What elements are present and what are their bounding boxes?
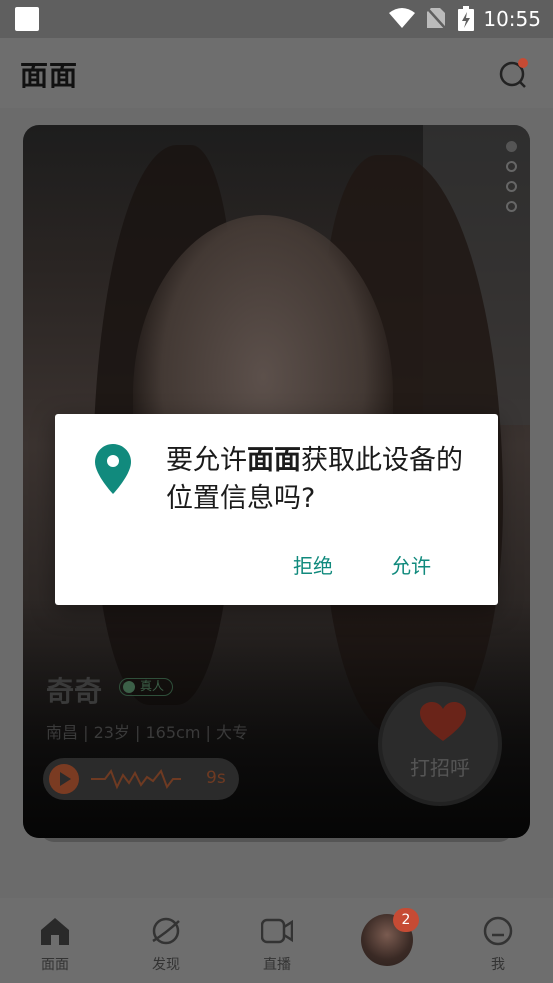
page-title: 面面 — [20, 59, 79, 92]
verified-label: 真人 — [140, 679, 165, 693]
greet-label: 打招呼 — [410, 756, 470, 780]
waveform-icon — [91, 768, 181, 790]
no-sim-icon — [426, 7, 446, 29]
allow-button[interactable]: 允许 — [391, 546, 431, 582]
video-camera-icon — [261, 918, 293, 944]
nav-item-live[interactable]: 直播 — [237, 898, 317, 983]
home-icon — [41, 918, 69, 945]
play-icon[interactable] — [49, 764, 79, 794]
nav-label: 发现 — [152, 957, 180, 973]
voice-intro-player[interactable]: 9s — [43, 758, 239, 800]
wifi-icon — [389, 8, 415, 28]
pager-dot[interactable] — [506, 141, 517, 152]
pager-dot[interactable] — [506, 181, 517, 192]
deny-button[interactable]: 拒绝 — [293, 546, 333, 582]
greet-button[interactable]: 打招呼 — [378, 682, 502, 806]
nav-label: 面面 — [41, 957, 69, 973]
heart-icon — [420, 702, 466, 741]
voice-duration: 9s — [206, 768, 226, 788]
notification-icon — [15, 7, 39, 31]
dialog-message: 要允许面面获取此设备的位置信息吗? — [166, 442, 481, 518]
search-icon[interactable] — [498, 58, 528, 88]
location-pin-icon — [95, 444, 131, 494]
pager-dot[interactable] — [506, 161, 517, 172]
planet-icon — [152, 917, 180, 945]
app-header: 面面 — [0, 38, 553, 108]
verified-badge: 真人 — [119, 678, 174, 696]
battery-charging-icon — [458, 6, 474, 31]
check-icon — [123, 681, 135, 693]
profile-name: 奇奇 — [46, 675, 103, 708]
bottom-nav: 面面 发现 直播 2 我 — [0, 898, 553, 983]
nav-item-home[interactable]: 面面 — [15, 898, 95, 983]
notification-badge: 2 — [393, 908, 419, 932]
dialog-app-name: 面面 — [247, 445, 301, 476]
photo-pager — [506, 141, 518, 221]
status-time: 10:55 — [483, 7, 541, 31]
nav-item-me[interactable]: 我 — [458, 898, 538, 983]
nav-label: 我 — [491, 957, 505, 973]
dialog-message-prefix: 要允许 — [166, 445, 247, 476]
pager-dot[interactable] — [506, 201, 517, 212]
smile-face-icon — [483, 916, 513, 946]
nav-label: 直播 — [263, 957, 291, 973]
location-permission-dialog: 要允许面面获取此设备的位置信息吗? 拒绝 允许 — [55, 414, 498, 605]
nav-item-discover[interactable]: 发现 — [126, 898, 206, 983]
status-bar: 10:55 — [0, 0, 553, 38]
profile-details: 南昌 | 23岁 | 165cm | 大专 — [46, 723, 248, 742]
